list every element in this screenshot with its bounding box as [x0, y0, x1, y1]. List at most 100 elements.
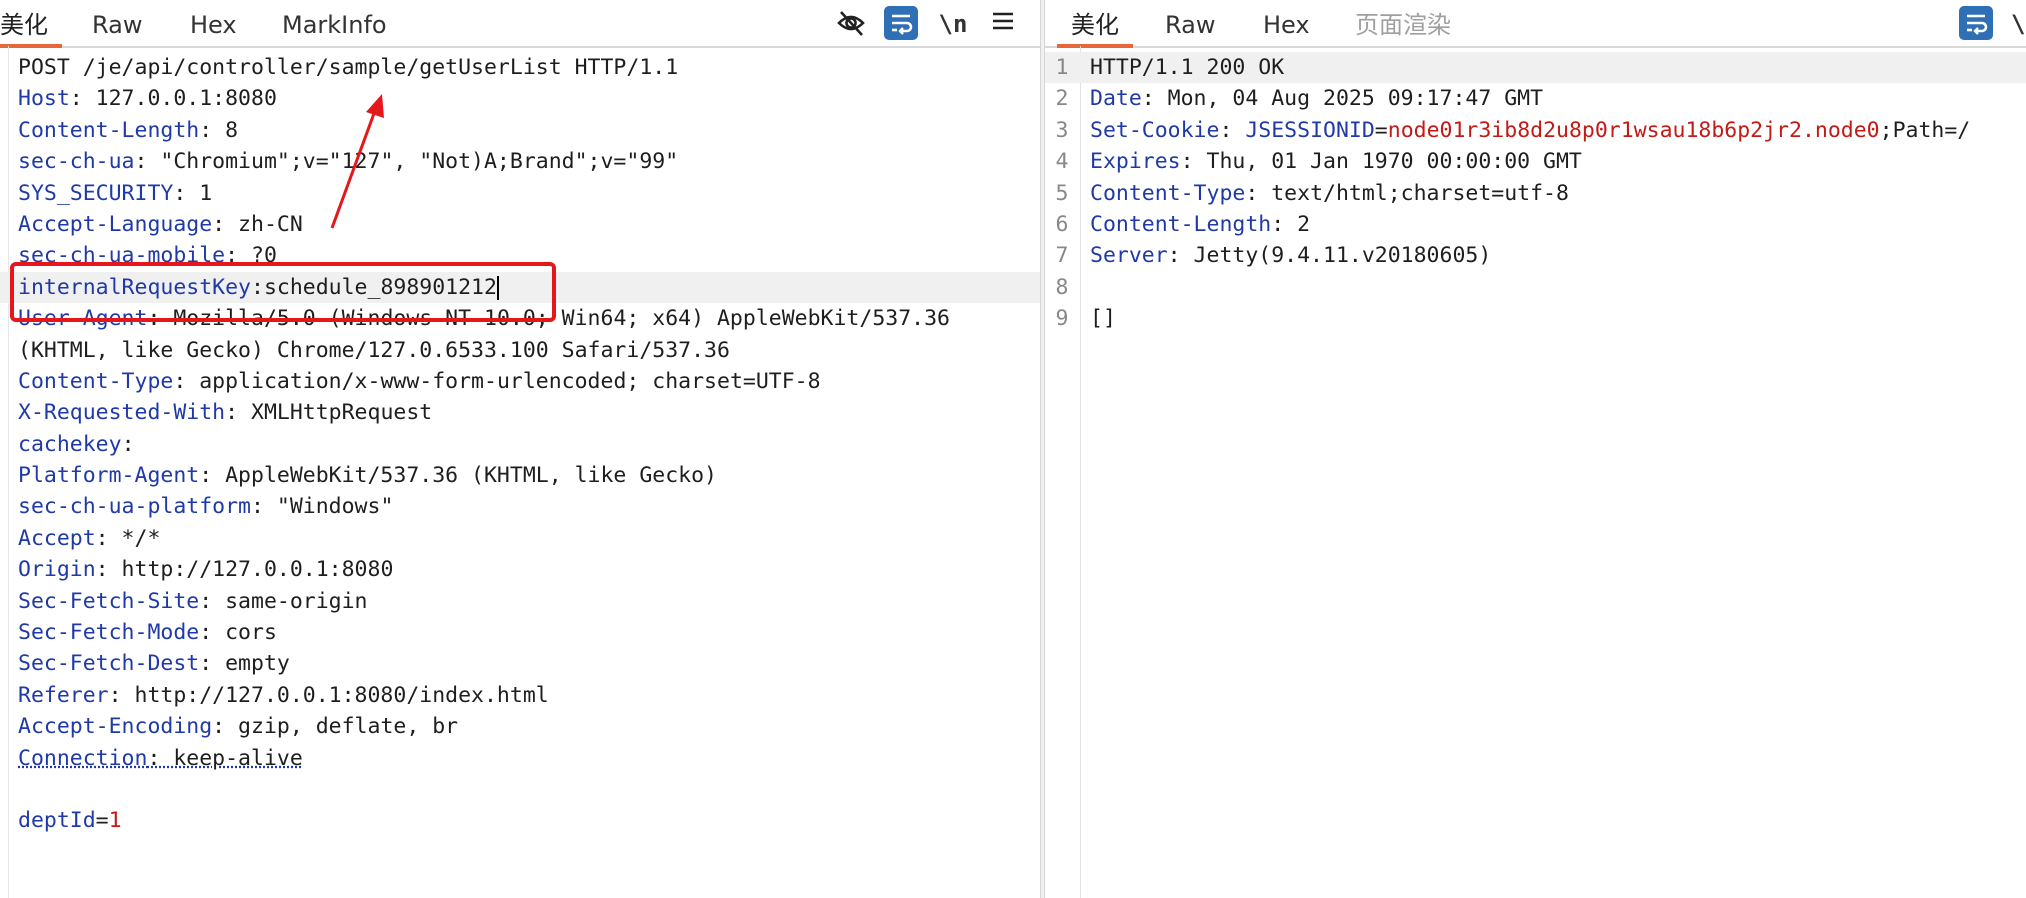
header-value: : gzip, deflate, br [212, 714, 459, 740]
request-line: cachekey: [0, 429, 1040, 460]
request-line: Host: 127.0.0.1:8080 [0, 83, 1040, 114]
header-name: sec-ch-ua-platform [18, 494, 251, 520]
header-value: : cors [199, 620, 277, 646]
header-name: Host [18, 86, 70, 112]
header-name: Expires [1090, 149, 1181, 175]
tab-request-hex[interactable]: Hex [190, 0, 237, 46]
tab-request-markinfo[interactable]: MarkInfo [282, 0, 387, 46]
request-line: SYS_SECURITY: 1 [0, 178, 1040, 209]
header-value: = [95, 808, 109, 834]
header-name: Server [1090, 243, 1168, 269]
response-editor[interactable]: 1 HTTP/1.1 200 OK 2 Date: Mon, 04 Aug 2025 … [1045, 52, 2026, 898]
header-name: Accept-Encoding [18, 714, 213, 740]
word-wrap-icon[interactable] [1959, 6, 1993, 40]
word-wrap-icon[interactable] [884, 6, 918, 40]
tab-response-raw[interactable]: Raw [1165, 0, 1215, 46]
header-name: Content-Type [1090, 180, 1246, 206]
header-name: Referer [18, 682, 109, 708]
header-value: POST /je/api/controller/sample/getUserLi… [18, 55, 679, 80]
param-value: 1 [108, 808, 122, 834]
header-name: deptId [18, 808, 96, 834]
header-name: Content-Length [1090, 211, 1272, 237]
response-line: 9 [] [1045, 303, 2026, 334]
request-line: Sec-Fetch-Mode: cors [0, 617, 1040, 648]
header-value: : "Windows" [251, 494, 394, 520]
request-editor[interactable]: POST /je/api/controller/sample/getUserLi… [0, 52, 1040, 898]
header-value: : same-origin [199, 588, 368, 614]
request-line: (KHTML, like Gecko) Chrome/127.0.6533.10… [0, 335, 1040, 366]
header-name: Accept-Language [18, 211, 213, 237]
request-line: Sec-Fetch-Dest: empty [0, 648, 1040, 679]
line-number: 3 [1055, 117, 1069, 143]
request-pane: 美化 Raw Hex MarkInfo \n POST /je/api/cont… [0, 0, 1040, 898]
header-name: Origin [18, 557, 96, 583]
request-line: Sec-Fetch-Site: same-origin [0, 586, 1040, 617]
newline-toggle[interactable]: \ [2011, 8, 2025, 40]
header-value: : 127.0.0.1:8080 [69, 86, 277, 112]
response-line: 7 Server: Jetty(9.4.11.v20180605) [1045, 240, 2026, 271]
header-name: Platform-Agent [18, 463, 200, 489]
header-value: : XMLHttpRequest [225, 400, 433, 426]
request-line: sec-ch-ua: "Chromium";v="127", "Not)A;Br… [0, 146, 1040, 177]
line-number: 8 [1055, 274, 1069, 300]
line-number: 6 [1055, 211, 1069, 237]
response-line: 3 Set-Cookie: JSESSIONID=node01r3ib8d2u8p… [1045, 115, 2026, 146]
header-value: : */* [95, 525, 161, 551]
line-number: 4 [1055, 149, 1069, 175]
newline-toggle[interactable]: \n [936, 8, 970, 40]
request-line: Connection: keep-alive [0, 743, 1040, 774]
header-value: [] [1090, 306, 1116, 332]
header-value: : empty [199, 651, 290, 677]
header-value: : keep-alive [147, 745, 303, 771]
header-name: Accept [18, 525, 96, 551]
header-value: : Mon, 04 Aug 2025 09:17:47 GMT [1141, 86, 1544, 112]
header-name: SYS_SECURITY [18, 180, 174, 206]
header-value: : text/html;charset=utf-8 [1245, 180, 1569, 206]
header-value: : 8 [199, 117, 239, 143]
response-line: 6 Content-Length: 2 [1045, 209, 2026, 240]
header-name: Set-Cookie [1090, 117, 1220, 143]
header-name: Connection [18, 745, 148, 771]
header-name: Date [1090, 86, 1142, 112]
tab-response-render[interactable]: 页面渲染 [1355, 0, 1451, 46]
header-value: HTTP/1.1 200 OK [1090, 55, 1285, 80]
request-line: Content-Type: application/x-www-form-url… [0, 366, 1040, 397]
request-line: X-Requested-With: XMLHttpRequest [0, 397, 1040, 428]
request-line: Accept-Encoding: gzip, deflate, br [0, 711, 1040, 742]
header-value: : zh-CN [212, 211, 303, 237]
tab-response-hex[interactable]: Hex [1263, 0, 1310, 46]
header-name: sec-ch-ua [18, 149, 135, 175]
menu-icon[interactable] [986, 8, 1020, 40]
response-tabbar: 美化 Raw Hex 页面渲染 \ [1045, 0, 2026, 48]
header-value: : "Chromium";v="127", "Not)A;Brand";v="9… [134, 149, 679, 175]
header-value: : Thu, 01 Jan 1970 00:00:00 GMT [1180, 149, 1582, 175]
header-name: X-Requested-With [18, 400, 226, 426]
header-value: ;Path=/ [1879, 117, 1971, 143]
header-value: : http://127.0.0.1:8080/index.html [108, 682, 549, 708]
header-value: : [121, 431, 135, 457]
header-name: Sec-Fetch-Dest [18, 651, 200, 677]
header-value: : 1 [173, 180, 213, 206]
request-line: sec-ch-ua-platform: "Windows" [0, 491, 1040, 522]
response-line: 8 [1045, 272, 2026, 303]
header-value: = [1374, 117, 1388, 143]
request-line: ​ [0, 774, 1040, 805]
hide-icon[interactable] [834, 8, 868, 40]
request-line: Content-Length: 8 [0, 115, 1040, 146]
header-name: Sec-Fetch-Mode [18, 620, 200, 646]
request-line: Platform-Agent: AppleWebKit/537.36 (KHTM… [0, 460, 1040, 491]
header-name: JSESSIONID [1245, 117, 1375, 143]
param-value: node01r3ib8d2u8p0r1wsau18b6p2jr2.node0 [1387, 117, 1880, 143]
response-line: 2 Date: Mon, 04 Aug 2025 09:17:47 GMT [1045, 83, 2026, 114]
header-value: : http://127.0.0.1:8080 [95, 557, 394, 583]
header-value: (KHTML, like Gecko) Chrome/127.0.6533.10… [18, 337, 730, 363]
header-name: Content-Type [18, 368, 174, 394]
tab-response-pretty[interactable]: 美化 [1057, 0, 1133, 48]
header-value: : [1219, 117, 1246, 143]
tab-request-pretty[interactable]: 美化 [0, 0, 62, 48]
line-number: 2 [1055, 86, 1069, 112]
request-line: POST /je/api/controller/sample/getUserLi… [0, 52, 1040, 83]
request-line: Referer: http://127.0.0.1:8080/index.htm… [0, 680, 1040, 711]
tab-request-raw[interactable]: Raw [92, 0, 142, 46]
response-line: 4 Expires: Thu, 01 Jan 1970 00:00:00 GMT [1045, 146, 2026, 177]
